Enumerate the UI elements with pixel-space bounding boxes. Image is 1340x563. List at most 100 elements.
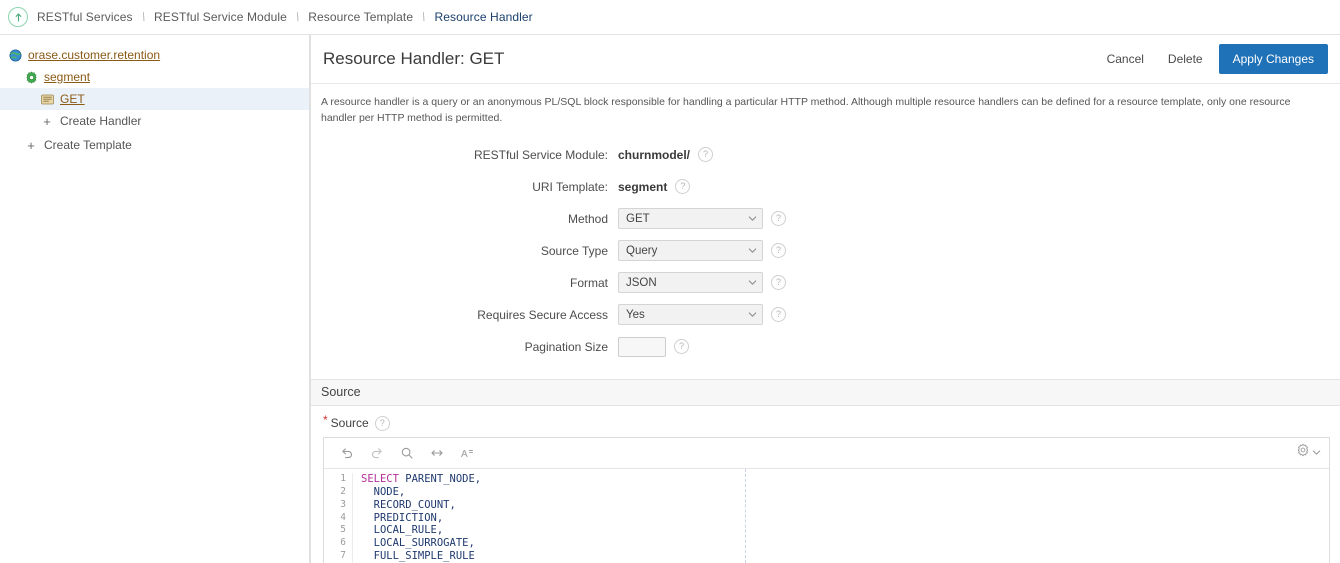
gear-icon <box>1296 443 1310 462</box>
help-icon[interactable]: ? <box>674 339 689 355</box>
requires-secure-access-select[interactable]: Yes <box>618 304 763 326</box>
form-row-pagination-size: Pagination Size ? <box>311 331 1340 363</box>
line-text: PREDICTION, <box>361 511 444 524</box>
sidebar-tree: orase.customer.retention segment GET + C… <box>0 35 310 563</box>
redo-icon[interactable] <box>362 441 392 465</box>
help-icon[interactable]: ? <box>698 147 714 163</box>
line-number: 7 <box>324 550 353 563</box>
chevron-down-icon <box>748 278 757 287</box>
breadcrumb: RESTful Services \ RESTful Service Modul… <box>0 0 1340 35</box>
line-number: 3 <box>324 498 353 512</box>
sidebar-item-create-template[interactable]: + Create Template <box>0 134 309 156</box>
help-icon[interactable]: ? <box>675 179 691 195</box>
line-text: LOCAL_RULE, <box>361 524 444 537</box>
sidebar-item-create-handler[interactable]: + Create Handler <box>0 110 309 132</box>
sidebar-item-label: GET <box>60 92 85 106</box>
chevron-down-icon <box>748 310 757 319</box>
code-line: 7 FULL_SIMPLE_RULE <box>324 550 1329 563</box>
help-icon[interactable]: ? <box>771 211 786 227</box>
uri-template-value: segment <box>618 179 668 194</box>
source-section-header: Source <box>311 378 1340 406</box>
breadcrumb-separator: \ <box>294 10 301 24</box>
form-label: Pagination Size <box>524 339 608 354</box>
sidebar-item-label: Create Template <box>44 138 132 152</box>
code-line: 1 SELECT PARENT_NODE, <box>324 472 1329 486</box>
source-type-select[interactable]: Query <box>618 240 763 262</box>
form-label: Format <box>569 275 608 290</box>
line-text: NODE, <box>361 485 406 498</box>
line-rest: PARENT_NODE, <box>398 472 482 485</box>
form-label: Method <box>567 211 608 226</box>
format-select[interactable]: JSON <box>618 272 763 294</box>
form-row-method: Method GET ? <box>311 203 1340 235</box>
code-line: 2 NODE, <box>324 485 1329 499</box>
form-row-secure-access: Requires Secure Access Yes ? <box>311 299 1340 331</box>
form-row-service-module: RESTful Service Module: churnmodel/ ? <box>311 139 1340 171</box>
resource-handler-page: RESTful Services \ RESTful Service Modul… <box>0 0 1340 563</box>
sidebar-item-label: segment <box>44 70 91 84</box>
sidebar-item-get-handler[interactable]: GET <box>0 88 309 110</box>
font-size-icon[interactable]: A <box>452 441 482 465</box>
undo-icon[interactable] <box>332 441 362 465</box>
code-content[interactable]: 1 SELECT PARENT_NODE, 2 NODE, 3 RECORD_C… <box>324 468 1329 563</box>
expand-icon[interactable] <box>422 441 452 465</box>
breadcrumb-item-3[interactable]: Resource Handler <box>434 10 532 24</box>
line-text: LOCAL_SURROGATE, <box>361 537 475 550</box>
sidebar-item-label: Create Handler <box>60 114 142 128</box>
breadcrumb-item-1[interactable]: RESTful Service Module <box>154 10 287 24</box>
globe-icon <box>8 48 22 62</box>
breadcrumb-separator: \ <box>420 10 427 24</box>
page-header: Resource Handler: GET Cancel Delete Appl… <box>311 35 1340 84</box>
form-label: RESTful Service Module: <box>473 147 608 162</box>
page-description: A resource handler is a query or an anon… <box>321 96 1291 125</box>
plus-icon: + <box>43 113 51 129</box>
breadcrumb-item-2[interactable]: Resource Template <box>308 10 413 24</box>
main-panel: Resource Handler: GET Cancel Delete Appl… <box>310 35 1340 563</box>
form-row-source-type: Source Type Query ? <box>311 235 1340 267</box>
sql-keyword: SELECT <box>361 472 399 485</box>
form-row-uri-template: URI Template: segment ? <box>311 171 1340 203</box>
chevron-down-icon <box>748 246 757 255</box>
svg-text:A: A <box>461 449 468 460</box>
line-number: 2 <box>324 485 353 499</box>
page-title: Resource Handler: GET <box>323 49 505 68</box>
line-number: 6 <box>324 537 353 551</box>
sidebar-item-module[interactable]: orase.customer.retention <box>0 44 309 66</box>
delete-button[interactable]: Delete <box>1156 46 1215 72</box>
handler-icon <box>40 92 54 106</box>
code-line: 6 LOCAL_SURROGATE, <box>324 537 1329 551</box>
apply-changes-button[interactable]: Apply Changes <box>1218 44 1328 74</box>
source-type-select-value: Query <box>626 244 658 257</box>
breadcrumb-separator: \ <box>140 10 147 24</box>
source-field-label: Source <box>330 416 369 431</box>
help-icon[interactable]: ? <box>771 275 786 291</box>
editor-toolbar: A <box>324 437 1329 469</box>
pagination-size-input[interactable] <box>618 336 666 357</box>
source-code-editor[interactable]: A 1 SELECT PARENT_NODE, 2 NODE, 3 RECORD… <box>323 436 1330 563</box>
form-label: Requires Secure Access <box>477 307 608 322</box>
form-label: Source Type <box>540 243 608 258</box>
line-number: 5 <box>324 524 353 538</box>
editor-settings-button[interactable] <box>1296 443 1321 462</box>
help-icon[interactable]: ? <box>771 243 786 259</box>
help-icon[interactable]: ? <box>771 307 786 323</box>
plus-icon: + <box>27 137 35 153</box>
required-marker: * <box>323 413 328 428</box>
method-select-value: GET <box>626 212 650 225</box>
line-number: 4 <box>324 511 353 525</box>
source-field-label-row: * Source ? <box>311 406 1340 437</box>
cancel-button[interactable]: Cancel <box>1095 46 1156 72</box>
sidebar-item-template[interactable]: segment <box>0 66 309 88</box>
form-label: URI Template: <box>532 179 608 194</box>
chevron-down-icon <box>748 214 757 223</box>
help-icon[interactable]: ? <box>374 415 390 431</box>
code-line: 3 RECORD_COUNT, <box>324 498 1329 512</box>
method-select[interactable]: GET <box>618 208 763 230</box>
breadcrumb-item-0[interactable]: RESTful Services <box>37 10 133 24</box>
line-number: 1 <box>324 472 353 486</box>
up-arrow-icon[interactable] <box>8 7 28 27</box>
format-select-value: JSON <box>626 276 657 289</box>
chevron-down-icon <box>1312 444 1321 462</box>
gear-icon <box>24 70 38 84</box>
search-icon[interactable] <box>392 441 422 465</box>
